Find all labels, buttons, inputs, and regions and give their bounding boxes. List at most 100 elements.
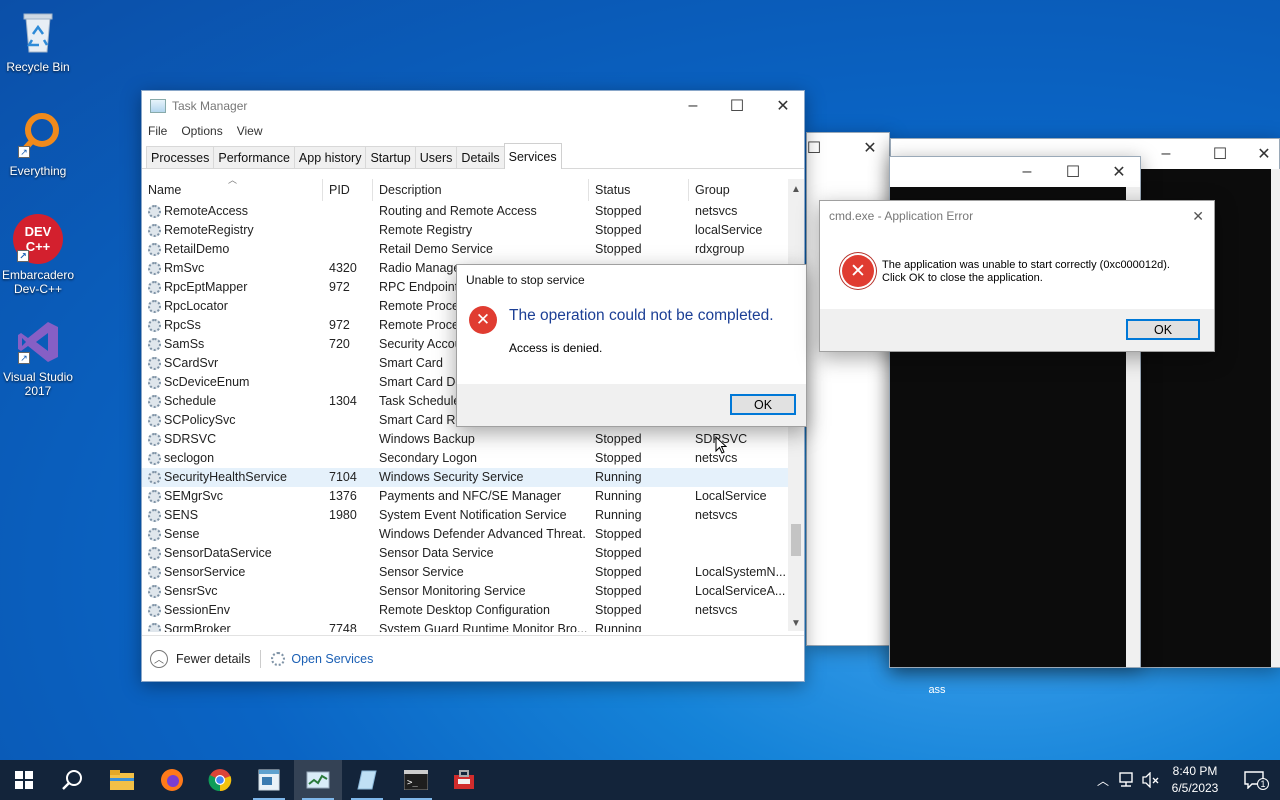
notepad-button[interactable]	[245, 760, 293, 800]
service-group: netsvcs	[695, 603, 738, 617]
unable-to-stop-service-dialog[interactable]: Unable to stop service ✕ The operation c…	[456, 264, 807, 427]
close-icon[interactable]: ✕	[1192, 208, 1204, 225]
scroll-thumb[interactable]	[791, 524, 801, 556]
tab-users[interactable]: Users	[414, 146, 458, 168]
column-header-status[interactable]: Status	[589, 179, 689, 201]
service-pid	[329, 411, 373, 430]
service-name: RpcLocator	[164, 299, 228, 313]
tab-processes[interactable]: Processes	[146, 146, 215, 168]
tab-details[interactable]: Details	[456, 146, 505, 168]
close-icon[interactable]: ✕	[855, 133, 885, 163]
service-name: SCPolicySvc	[164, 413, 236, 427]
start-button[interactable]	[0, 760, 48, 800]
close-icon[interactable]: ✕	[1096, 157, 1142, 187]
minimize-icon[interactable]: –	[1143, 139, 1189, 169]
menu-options[interactable]: Options	[181, 124, 222, 138]
table-row[interactable]: SensorService Sensor Service Stopped LocalS…	[142, 563, 788, 582]
table-row[interactable]: SensrSvc Sensor Monitoring Service Stopped…	[142, 582, 788, 601]
close-button[interactable]: ✕	[760, 91, 806, 121]
tab-app-history[interactable]: App history	[293, 146, 367, 168]
service-gear-icon	[148, 319, 161, 332]
desktop-icon-recycle-bin[interactable]: Recycle Bin	[0, 8, 76, 74]
chrome-button[interactable]	[196, 760, 244, 800]
open-services-link[interactable]: Open Services	[271, 651, 373, 666]
service-gear-icon	[148, 281, 161, 294]
notification-center-button[interactable]: 1	[1234, 760, 1274, 800]
column-header-description[interactable]: Description	[373, 179, 589, 201]
service-gear-icon	[148, 528, 161, 541]
sticky-app-button[interactable]	[343, 760, 391, 800]
table-row[interactable]: Sense Windows Defender Advanced Threat...…	[142, 525, 788, 544]
table-row[interactable]: RemoteRegistry Remote Registry Stopped loca…	[142, 221, 788, 240]
firefox-button[interactable]	[148, 760, 196, 800]
dialog-footer: OK	[457, 384, 806, 426]
fewer-details-button[interactable]: ︿ Fewer details	[150, 649, 250, 668]
table-row[interactable]: SgrmBroker 7748 System Guard Runtime Monit…	[142, 620, 788, 632]
task-manager-taskbar-button[interactable]	[294, 760, 342, 800]
service-description: Sensor Monitoring Service	[379, 584, 526, 598]
service-pid	[329, 354, 373, 373]
ok-button[interactable]: OK	[1126, 319, 1200, 340]
table-row[interactable]: SensorDataService Sensor Data Service Stop…	[142, 544, 788, 563]
application-error-dialog[interactable]: cmd.exe - Application Error ✕ ✕ The appl…	[819, 200, 1215, 352]
ok-button[interactable]: OK	[730, 394, 796, 415]
desktop-icon-devcpp[interactable]: DEV C++ ↗ Embarcadero Dev-C++	[0, 214, 76, 296]
maximize-icon[interactable]: ☐	[1197, 139, 1243, 169]
tab-services[interactable]: Services	[503, 143, 562, 169]
table-row[interactable]: SessionEnv Remote Desktop Configuration St…	[142, 601, 788, 620]
desktop-icon-everything[interactable]: ↗ Everything	[0, 112, 76, 178]
tab-startup[interactable]: Startup	[365, 146, 416, 168]
volume-muted-icon[interactable]	[1140, 760, 1162, 800]
scroll-down-icon[interactable]: ▼	[788, 615, 804, 631]
file-explorer-button[interactable]	[98, 760, 146, 800]
table-row[interactable]: RetailDemo Retail Demo Service Stopped rdxg…	[142, 240, 788, 259]
console-scrollbar[interactable]	[1271, 169, 1280, 667]
service-pid: 7104	[329, 470, 357, 484]
task-manager-icon	[150, 99, 166, 113]
service-name: Schedule	[164, 394, 217, 408]
dialog-title: Unable to stop service	[466, 273, 585, 287]
column-header-pid[interactable]: PID	[323, 179, 373, 201]
cmd-button[interactable]: >_	[392, 760, 440, 800]
svg-text:>_: >_	[407, 778, 418, 788]
table-row[interactable]: SDRSVC Windows Backup Stopped SDRSVC	[142, 430, 788, 449]
service-name: RpcEptMapper	[164, 280, 248, 294]
service-pid	[329, 449, 373, 468]
system-clock[interactable]: 8:40 PM 6/5/2023	[1160, 763, 1230, 797]
tab-performance[interactable]: Performance	[213, 146, 295, 168]
service-gear-icon	[148, 357, 161, 370]
maximize-icon[interactable]: ☐	[1050, 157, 1096, 187]
minimize-icon[interactable]: –	[1004, 157, 1050, 187]
table-row[interactable]: SecurityHealthService 7104 Windows Securit…	[142, 468, 788, 487]
error-icon: ✕	[842, 255, 874, 287]
scroll-up-icon[interactable]: ▲	[788, 181, 804, 197]
minimize-button[interactable]: –	[670, 91, 716, 121]
service-name: seclogon	[164, 451, 215, 465]
menu-file[interactable]: File	[148, 124, 167, 138]
table-row[interactable]: seclogon Secondary Logon Stopped netsvcs	[142, 449, 788, 468]
menu-view[interactable]: View	[237, 124, 263, 138]
clock-time: 8:40 PM	[1172, 764, 1218, 778]
close-icon[interactable]: ✕	[1241, 139, 1280, 169]
notification-count: 1	[1257, 778, 1269, 790]
network-icon[interactable]	[1116, 760, 1138, 800]
service-gear-icon	[148, 604, 161, 617]
table-row[interactable]: RemoteAccess Routing and Remote Access Sto…	[142, 202, 788, 221]
service-group	[695, 468, 785, 487]
service-gear-icon	[148, 623, 161, 632]
search-button[interactable]	[48, 760, 96, 800]
show-hidden-icons-button[interactable]: ︿	[1094, 760, 1112, 800]
maximize-button[interactable]: ☐	[714, 91, 760, 121]
desktop-icon-label: Recycle Bin	[6, 60, 70, 74]
desktop-icon-label: Visual Studio 2017	[3, 370, 73, 398]
desktop-icon-visual-studio[interactable]: ↗ Visual Studio 2017	[0, 318, 76, 398]
file-explorer-icon	[110, 770, 134, 790]
recycle-bin-icon	[14, 8, 62, 56]
column-header-group[interactable]: Group	[689, 179, 788, 201]
table-row[interactable]: SEMgrSvc 1376 Payments and NFC/SE Manager R…	[142, 487, 788, 506]
service-status: Stopped	[595, 603, 642, 617]
table-row[interactable]: SENS 1980 System Event Notification Servic…	[142, 506, 788, 525]
service-status: Stopped	[595, 204, 642, 218]
service-name: SENS	[164, 508, 199, 522]
toolbox-button[interactable]	[440, 760, 488, 800]
